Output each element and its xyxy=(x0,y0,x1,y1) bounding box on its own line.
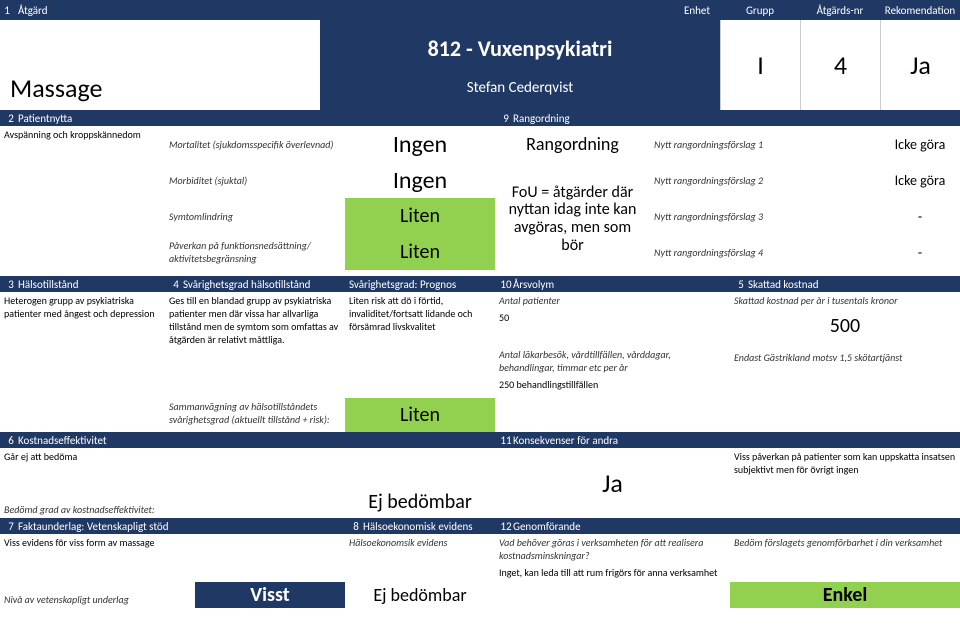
s3-desc: Heterogen grupp av psykiatriska patiente… xyxy=(0,292,165,432)
row-s6-body: Går ej att bedöma Bedömd grad av kostnad… xyxy=(0,448,960,518)
s5-title: Skattad kostnad xyxy=(748,278,819,291)
s3-title: Hälsotillstånd xyxy=(18,278,78,291)
s4b-desc: Liten risk att dö i förtid, invaliditet/… xyxy=(345,292,495,398)
s5-val: 500 xyxy=(730,309,960,343)
s9-title: Rangordning xyxy=(513,112,570,125)
s4-sumlabel: Sammanvägning av hälsotillståndets svåri… xyxy=(165,398,345,432)
s5-desc: Skattad kostnad per år i tusentals krono… xyxy=(730,292,960,309)
hdr-rek: Rekomendation xyxy=(880,4,960,17)
s7-num: 7 xyxy=(4,520,18,533)
hdr-nr: Åtgärds-nr xyxy=(800,4,880,17)
hdr-num: 1 xyxy=(0,4,14,17)
s2-r1-val: Ingen xyxy=(345,126,495,162)
s8-desc: Hälsoekonomsik evidens xyxy=(345,534,495,551)
s2-r3-val: Liten xyxy=(345,198,495,234)
s12-num: 12 xyxy=(499,520,513,533)
s7-desc: Viss evidens för viss form av massage xyxy=(0,534,195,551)
hdr-enhet: Enhet xyxy=(320,4,720,17)
unit-name: 812 - Vuxenpsykiatri xyxy=(428,29,613,62)
row-s6-hdr: 6 Kostnadseffektivitet 11 Konsekvenser f… xyxy=(0,432,960,448)
s6-num: 6 xyxy=(4,434,18,447)
hdr-atgard: Åtgärd xyxy=(14,4,320,17)
hdr-grupp: Grupp xyxy=(720,4,800,17)
s2-r2-label: Morbiditet (sjuktal) xyxy=(165,162,345,198)
s8-val: Ej bedömbar xyxy=(345,582,495,608)
row-s3-body: Heterogen grupp av psykiatriska patiente… xyxy=(0,292,960,432)
s9-l2: Nytt rangordningsförslag 2 xyxy=(650,162,880,198)
s8-title: Hälsoekonomisk evidens xyxy=(363,520,473,533)
s11-title: Konsekvenser för andra xyxy=(513,434,618,447)
author-name: Stefan Cederqvist xyxy=(467,79,573,101)
s6-label: Bedömd grad av kostnadseffektivitet: xyxy=(0,501,345,518)
row-s2-s9-hdr: 2 Patientnytta 9 Rangordning xyxy=(0,110,960,126)
row-s7-hdr: 7 Faktaunderlag: Vetenskapligt stöd 8 Hä… xyxy=(0,518,960,534)
s8-num: 8 xyxy=(349,520,363,533)
s6-desc: Går ej att bedöma xyxy=(0,448,345,465)
s10-num: 10 xyxy=(499,278,513,291)
s9-v3: - xyxy=(880,198,960,234)
top-band: Massage 812 - Vuxenpsykiatri Stefan Cede… xyxy=(0,20,960,110)
s10-title: Årsvolym xyxy=(513,278,554,291)
s9-l1: Nytt rangordningsförslag 1 xyxy=(650,126,880,162)
s2-title: Patientnytta xyxy=(18,112,72,125)
rekomendation-value: Ja xyxy=(880,20,960,110)
grupp-value: I xyxy=(720,20,800,110)
s2-desc: Avspänning och kroppskännedom xyxy=(4,128,161,141)
s12-q: Vad behöver göras i verksamheten för att… xyxy=(495,534,730,564)
s9-v1: Icke göra xyxy=(880,126,960,162)
s2-num: 2 xyxy=(4,112,18,125)
s11-note: Viss påverkan på patienter som kan uppsk… xyxy=(730,448,960,518)
s12-a: Inget, kan leda till att rum frigörs för… xyxy=(495,564,730,581)
s4-title: Svårighetsgrad hälsotillstånd xyxy=(183,278,310,291)
s6-title: Kostnadseffektivitet xyxy=(18,434,107,447)
s12-val: Enkel xyxy=(730,582,960,608)
s9-fou: FoU = åtgärder där nyttan idag inte kan … xyxy=(495,162,650,276)
s9-rangordning: Rangordning xyxy=(495,126,650,162)
s2-r4-label: Påverkan på funktionsnedsättning/ aktivi… xyxy=(165,234,345,270)
s2-r2-val: Ingen xyxy=(345,162,495,198)
s7-val: Visst xyxy=(195,582,345,608)
s12-title: Genomförande xyxy=(513,520,581,533)
top-header: 1 Åtgärd Enhet Grupp Åtgärds-nr Rekomend… xyxy=(0,0,960,20)
s9-l3: Nytt rangordningsförslag 3 xyxy=(650,198,880,234)
s4b-title: Svårighetsgrad: Prognos xyxy=(349,278,456,291)
row-s2-s9-body: Avspänning och kroppskännedom Mortalitet… xyxy=(0,126,960,276)
s3-num: 3 xyxy=(4,278,18,291)
s2-r3-label: Symtomlindring xyxy=(165,198,345,234)
s4-desc: Ges till en blandad grupp av psykiatrisk… xyxy=(165,292,345,398)
s9-num: 9 xyxy=(499,112,513,125)
s2-r4-val: Liten xyxy=(345,234,495,270)
s2-r1-label: Mortalitet (sjukdomsspecifik överlevnad) xyxy=(165,126,345,162)
atgardsnr-value: 4 xyxy=(800,20,880,110)
s10-lb-label: Antal läkarbesök, vårdtillfällen, vårdda… xyxy=(495,346,730,376)
row-s7-body: Viss evidens för viss form av massage Ni… xyxy=(0,534,960,608)
s5-num: 5 xyxy=(734,278,748,291)
s5-note: Endast Gästrikland motsv 1,5 skötartjäns… xyxy=(730,349,960,366)
s7-title: Faktaunderlag: Vetenskapligt stöd xyxy=(18,520,169,533)
s10-lb-val: 250 behandlingstillfällen xyxy=(495,376,730,393)
s10-ap-val: 50 xyxy=(495,309,730,326)
s12-note: Bedöm förslagets genomförbarhet i din ve… xyxy=(730,534,960,551)
s9-l4: Nytt rangordningsförslag 4 xyxy=(650,234,880,270)
unit-box: 812 - Vuxenpsykiatri Stefan Cederqvist xyxy=(320,20,720,110)
s9-v4: - xyxy=(880,234,960,270)
s11-val: Ja xyxy=(495,448,730,518)
s7-label: Nivå av vetenskapligt underlag xyxy=(0,591,195,608)
s4b-sumval: Liten xyxy=(345,398,495,432)
s11-num: 11 xyxy=(499,434,513,447)
s10-ap-label: Antal patienter xyxy=(495,292,730,309)
s4-num: 4 xyxy=(169,278,183,291)
s9-v2: Icke göra xyxy=(880,162,960,198)
measure-title: Massage xyxy=(0,20,320,110)
row-s3-hdr: 3 Hälsotillstånd 4 Svårighetsgrad hälsot… xyxy=(0,276,960,292)
s6-val: Ej bedömbar xyxy=(345,448,495,518)
